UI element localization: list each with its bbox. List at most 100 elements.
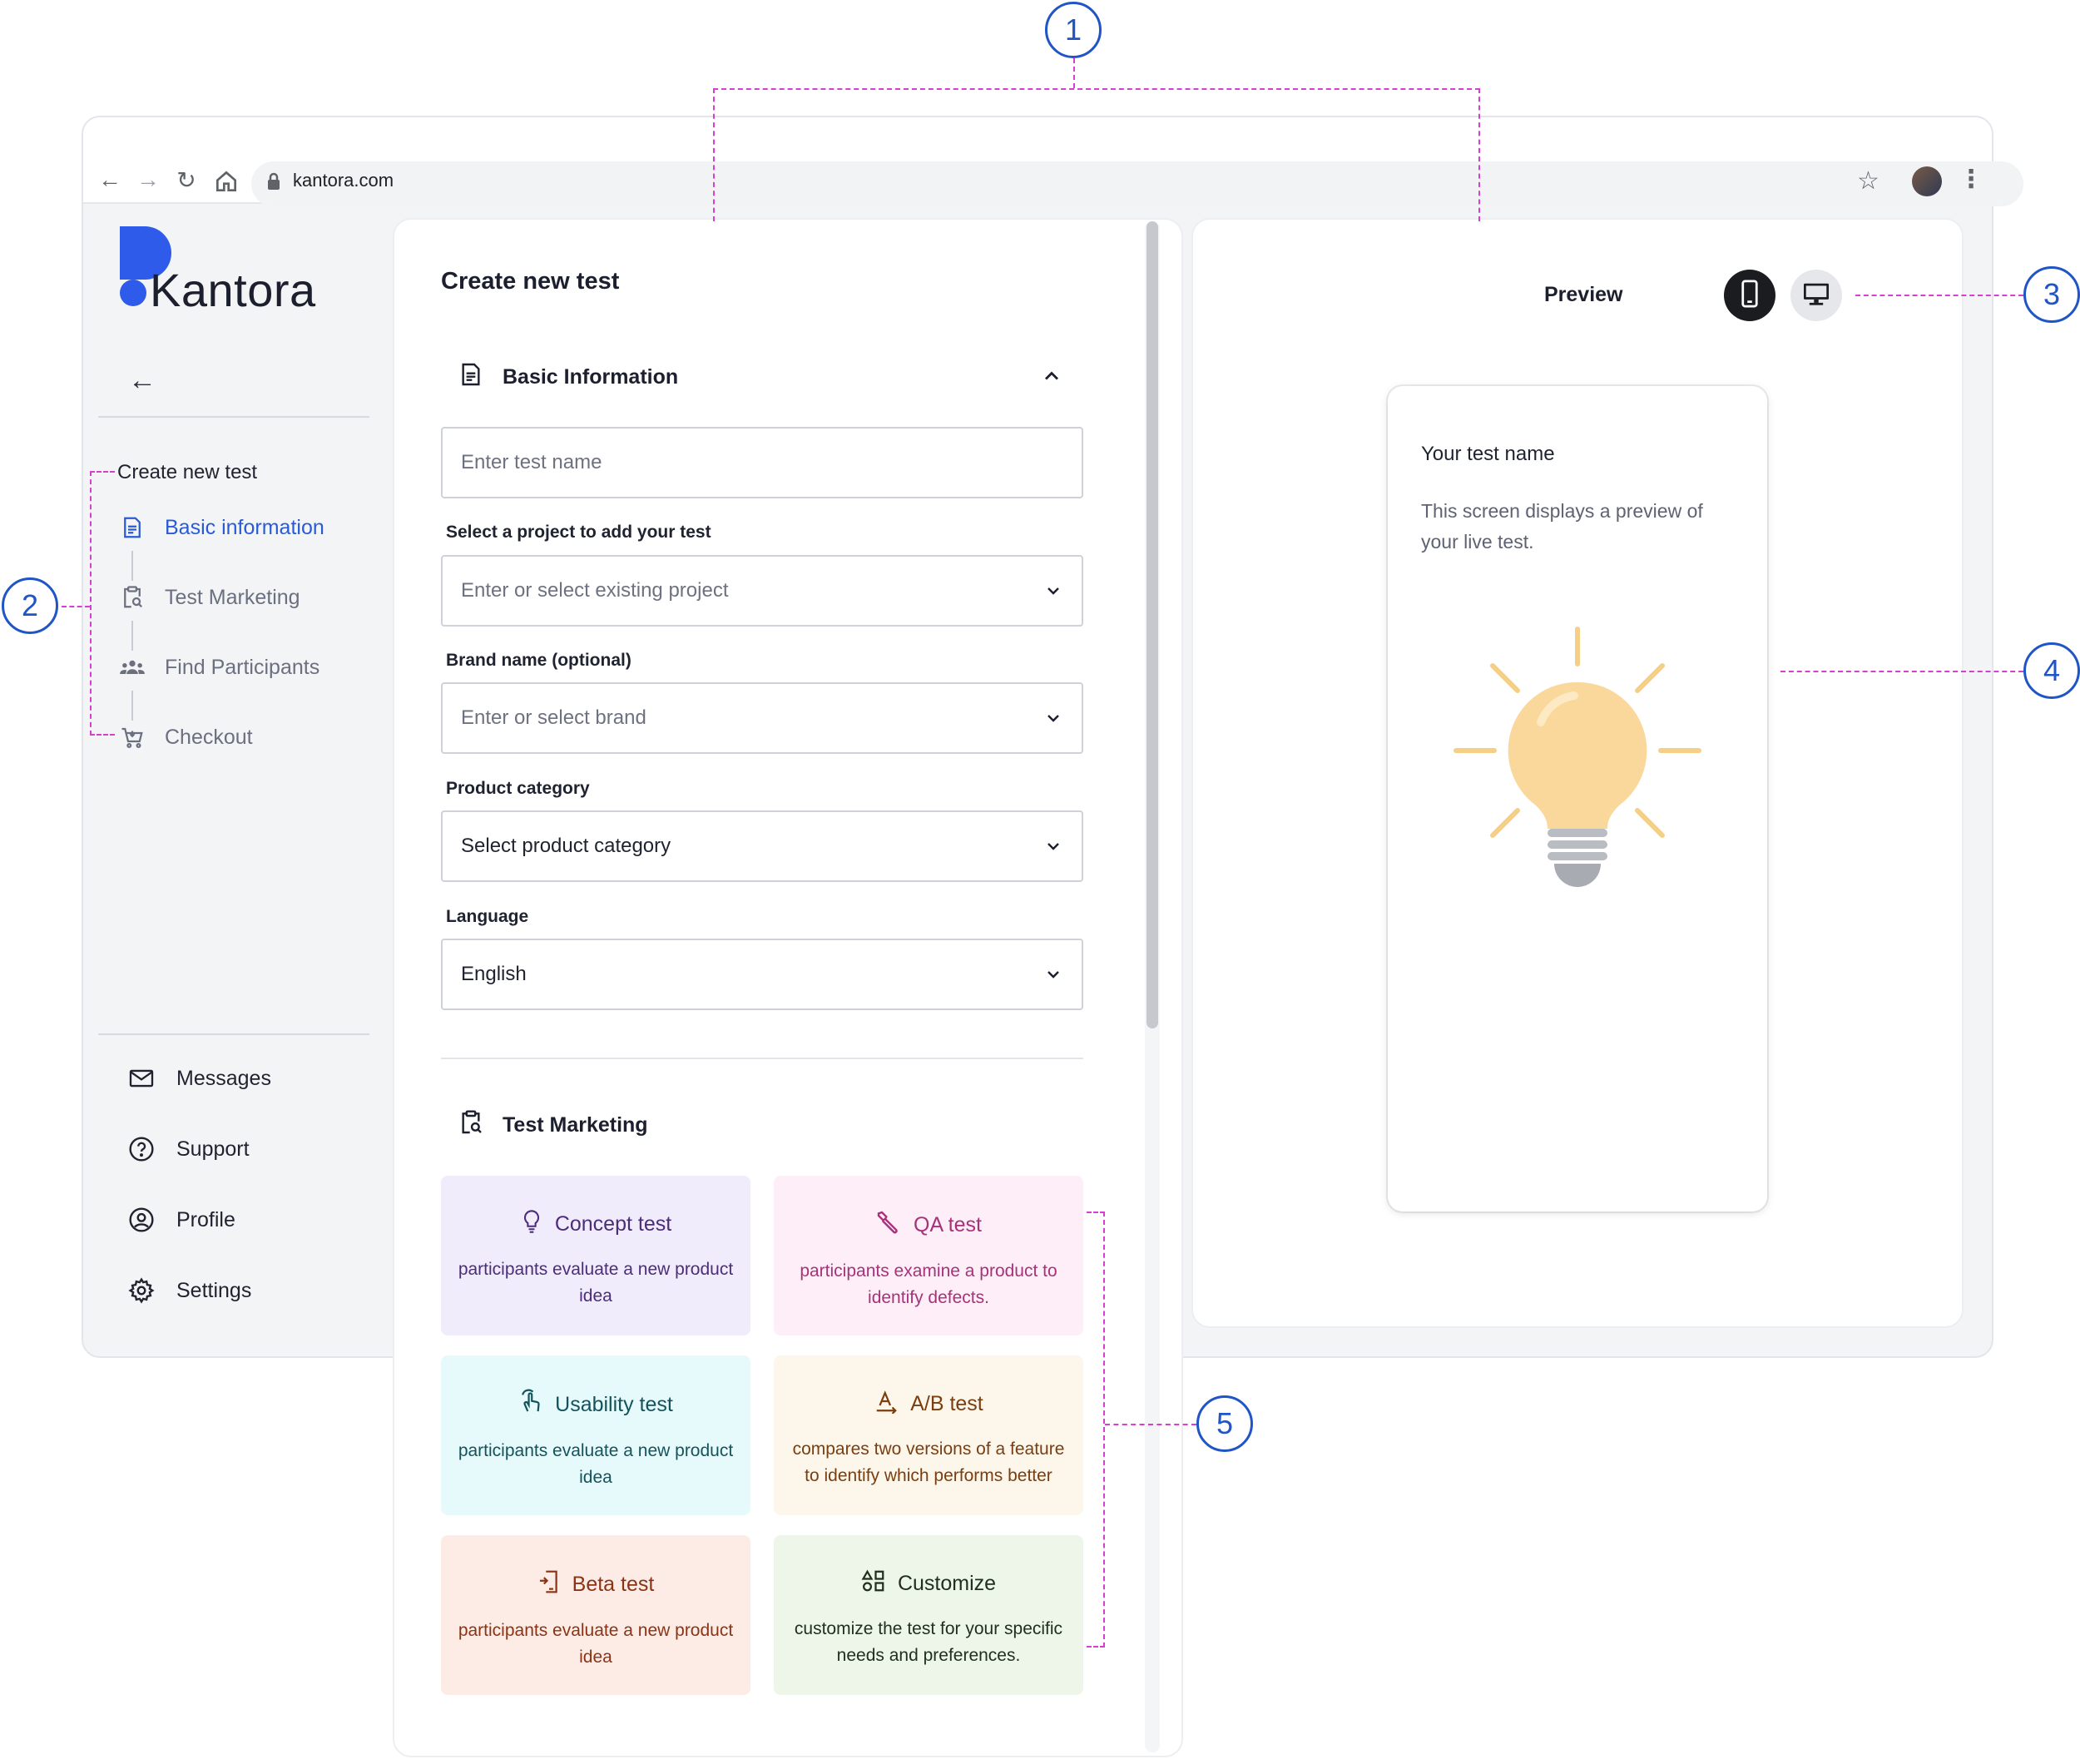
language-label: Language xyxy=(446,907,529,926)
callout-1: 1 xyxy=(1045,2,1102,58)
sidebar-step-test-marketing[interactable]: Test Marketing xyxy=(116,581,300,614)
chevron-down-icon xyxy=(1047,971,1059,979)
card-description: compares two versions of a feature to id… xyxy=(792,1439,1065,1485)
form-title: Create new test xyxy=(441,268,620,295)
sidebar-item-messages[interactable]: Messages xyxy=(126,1062,271,1095)
step-connector xyxy=(131,551,133,581)
project-select[interactable]: Enter or select existing project xyxy=(441,555,1083,627)
menu-label: Profile xyxy=(176,1207,235,1231)
test-name-placeholder: Enter test name xyxy=(461,451,602,473)
url-text: kantora.com xyxy=(293,170,394,191)
form-divider xyxy=(441,1058,1083,1059)
callout-leader xyxy=(1073,58,1075,88)
menu-label: Support xyxy=(176,1137,250,1161)
sidebar-item-support[interactable]: Support xyxy=(126,1132,250,1166)
step-label: Basic information xyxy=(165,515,324,539)
sidebar-item-settings[interactable]: Settings xyxy=(126,1274,251,1307)
document-icon xyxy=(116,512,148,543)
smartphone-icon xyxy=(1741,280,1759,312)
back-icon[interactable]: ← xyxy=(93,163,126,196)
bookmark-star-icon[interactable]: ☆ xyxy=(1857,166,1879,196)
project-placeholder: Enter or select existing project xyxy=(461,579,729,602)
form-scrollbar[interactable] xyxy=(1146,221,1158,1028)
card-title: Concept test xyxy=(554,1212,672,1236)
callout-5: 5 xyxy=(1196,1395,1253,1452)
preview-test-name: Your test name xyxy=(1421,443,1555,465)
card-title: Beta test xyxy=(572,1573,655,1596)
section-title: Test Marketing xyxy=(503,1112,648,1137)
step-label: Checkout xyxy=(165,725,253,749)
preview-title: Preview xyxy=(1544,283,1623,306)
callout-leader xyxy=(1780,671,2023,672)
brand-placeholder: Enter or select brand xyxy=(461,706,646,729)
step-connector xyxy=(131,691,133,721)
sidebar-item-profile[interactable]: Profile xyxy=(126,1203,235,1236)
lightbulb-icon xyxy=(520,1209,543,1240)
chevron-up-icon[interactable] xyxy=(1040,364,1063,392)
sidebar-step-checkout[interactable]: Checkout xyxy=(116,721,253,754)
monitor-icon xyxy=(1802,281,1830,310)
chevron-down-icon xyxy=(1047,587,1059,595)
sidebar-heading: Create new test xyxy=(117,461,258,483)
card-title: A/B test xyxy=(910,1392,983,1415)
sidebar-divider xyxy=(98,416,369,418)
chevron-down-icon xyxy=(1047,843,1059,850)
brand-select[interactable]: Enter or select brand xyxy=(441,682,1083,754)
help-circle-icon xyxy=(126,1134,156,1164)
preview-description: This screen displays a preview of your l… xyxy=(1421,500,1703,552)
reload-icon[interactable]: ↻ xyxy=(170,163,203,196)
card-title: Customize xyxy=(897,1572,997,1595)
document-icon xyxy=(458,361,484,394)
sidebar-divider xyxy=(98,1033,369,1035)
category-value: Select product category xyxy=(461,835,671,857)
category-label: Product category xyxy=(446,779,590,798)
concept-test-card[interactable]: Concept test participants evaluate a new… xyxy=(441,1176,750,1335)
card-description: participants evaluate a new product idea xyxy=(458,1621,734,1667)
section-title: Basic Information xyxy=(503,364,679,389)
desktop-preview-button[interactable] xyxy=(1790,270,1842,321)
ab-text-icon xyxy=(874,1389,899,1420)
test-name-input[interactable]: Enter test name xyxy=(441,427,1083,498)
ab-test-card[interactable]: A/B test compares two versions of a feat… xyxy=(774,1355,1083,1515)
user-circle-icon xyxy=(126,1205,156,1235)
tap-gesture-icon xyxy=(518,1389,543,1421)
card-title: QA test xyxy=(914,1213,982,1236)
shapes-icon xyxy=(861,1568,886,1599)
browser-menu-icon[interactable]: ⋮ xyxy=(1959,165,1983,194)
step-label: Find Participants xyxy=(165,655,320,679)
people-icon xyxy=(116,652,148,683)
mobile-preview-button[interactable] xyxy=(1724,270,1775,321)
card-description: participants evaluate a new product idea xyxy=(458,1260,734,1306)
brand-label: Brand name (optional) xyxy=(446,651,631,670)
profile-avatar[interactable] xyxy=(1912,166,1942,196)
callout-leader xyxy=(62,606,90,607)
callout-3: 3 xyxy=(2023,266,2080,323)
step-connector xyxy=(131,621,133,651)
category-select[interactable]: Select product category xyxy=(441,810,1083,882)
cart-icon xyxy=(116,721,148,753)
basic-information-section-header[interactable]: Basic Information xyxy=(458,359,678,395)
back-arrow-icon[interactable]: ← xyxy=(128,364,156,397)
lightbulb-illustration-icon xyxy=(1449,622,1707,897)
gear-icon xyxy=(126,1276,156,1306)
home-icon[interactable] xyxy=(213,168,240,195)
language-select[interactable]: English xyxy=(441,939,1083,1010)
callout-leader xyxy=(1855,295,2023,296)
menu-label: Messages xyxy=(176,1066,271,1090)
mail-icon xyxy=(126,1063,156,1093)
callout-4: 4 xyxy=(2023,642,2080,699)
card-title: Usability test xyxy=(555,1393,673,1416)
clipboard-search-icon xyxy=(458,1109,484,1142)
chevron-down-icon xyxy=(1047,715,1059,722)
sidebar-step-basic-information[interactable]: Basic information xyxy=(116,511,324,544)
customize-test-card[interactable]: Customize customize the test for your sp… xyxy=(774,1535,1083,1695)
callout-bracket xyxy=(90,471,115,736)
card-description: participants evaluate a new product idea xyxy=(458,1441,734,1487)
usability-test-card[interactable]: Usability test participants evaluate a n… xyxy=(441,1355,750,1515)
project-label: Select a project to add your test xyxy=(446,523,711,542)
test-marketing-section-header[interactable]: Test Marketing xyxy=(458,1107,648,1143)
beta-test-card[interactable]: Beta test participants evaluate a new pr… xyxy=(441,1535,750,1695)
qa-test-card[interactable]: QA test participants examine a product t… xyxy=(774,1176,1083,1335)
forward-icon[interactable]: → xyxy=(131,163,165,196)
sidebar-step-find-participants[interactable]: Find Participants xyxy=(116,651,319,684)
